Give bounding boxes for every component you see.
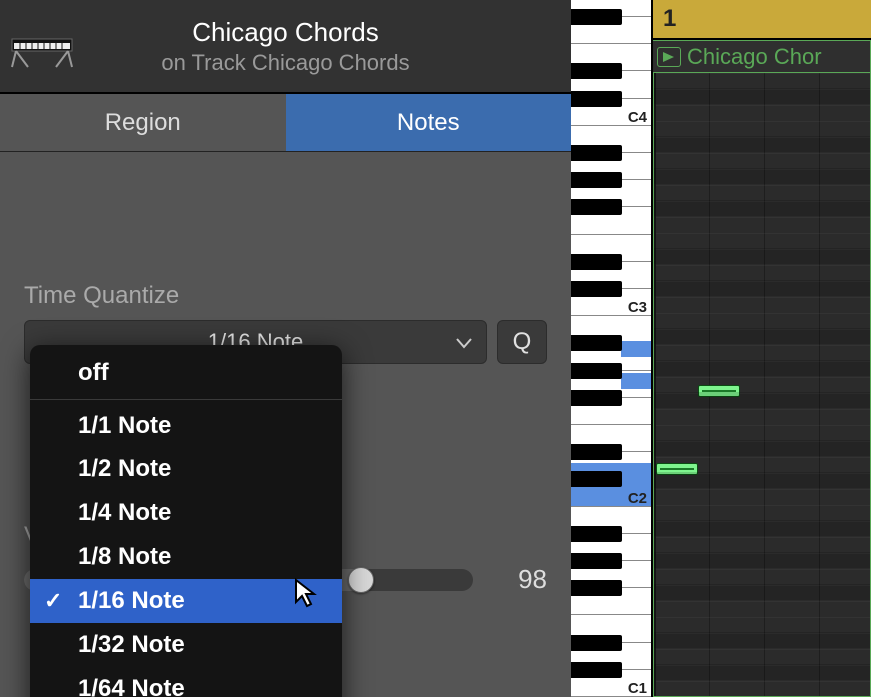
time-quantize-dropdown[interactable]: off 1/1 Note 1/2 Note 1/4 Note 1/8 Note … [30,345,342,697]
highlighted-key[interactable] [621,373,651,389]
quantize-option-label: 1/16 Note [78,587,185,615]
quantize-option-label: 1/64 Note [78,675,185,697]
quantize-option-1-1[interactable]: 1/1 Note [30,399,342,447]
grid-dark-row [654,88,870,104]
highlighted-key[interactable] [621,341,651,357]
quantize-option-1-64[interactable]: 1/64 Note [30,667,342,697]
tab-region[interactable]: Region [0,94,286,151]
quantize-option-label: off [78,359,109,387]
black-key[interactable] [571,281,621,297]
grid-dark-row [654,584,870,600]
quantize-option-1-2[interactable]: 1/2 Note [30,447,342,491]
black-key[interactable] [571,199,621,215]
quantize-option-1-8[interactable]: 1/8 Note [30,535,342,579]
grid-dark-row [654,360,870,376]
chevron-down-icon [456,329,472,355]
black-key[interactable] [571,553,621,569]
black-key[interactable] [571,526,621,542]
black-key[interactable] [571,662,621,678]
quantize-option-label: 1/32 Note [78,631,185,659]
inspector-panel: Chicago Chords on Track Chicago Chords R… [0,0,573,697]
grid-dark-row [654,168,870,184]
region-title: Chicago Chords [82,17,489,48]
grid-dark-row [654,200,870,216]
black-key[interactable] [571,63,621,79]
black-key[interactable] [571,580,621,596]
black-key[interactable] [571,254,621,270]
region-name: Chicago Chor [687,44,822,70]
grid-dark-row [654,472,870,488]
grid-dark-row [654,392,870,408]
grid-dark-row [654,520,870,536]
piano-roll-grid[interactable] [653,73,871,697]
bar-number: 1 [663,5,676,33]
velocity-slider-thumb[interactable] [348,567,374,593]
black-key[interactable] [571,390,621,406]
timeline-ruler[interactable]: 1 [653,0,871,40]
grid-dark-row [654,440,870,456]
black-key[interactable] [571,172,621,188]
check-icon: ✓ [44,588,62,614]
quantize-option-off[interactable]: off [30,351,342,395]
grid-dark-row [654,664,870,680]
quantize-option-1-16[interactable]: ✓ 1/16 Note [30,579,342,623]
quantize-option-1-4[interactable]: 1/4 Note [30,491,342,535]
black-key[interactable] [571,9,621,25]
grid-dark-row [654,136,870,152]
grid-dark-row [654,632,870,648]
black-key[interactable] [571,145,621,161]
tab-notes[interactable]: Notes [286,94,572,151]
quantize-option-label: 1/8 Note [78,543,171,571]
black-key[interactable] [571,635,621,651]
velocity-value: 98 [491,564,547,595]
instrument-icon [8,9,82,83]
black-key[interactable] [571,444,621,460]
region-subtitle: on Track Chicago Chords [82,50,489,76]
quantize-button[interactable]: Q [497,320,547,364]
grid-dark-row [654,248,870,264]
piano-keyboard[interactable]: C1C2C3C4 [573,0,653,697]
inspector-header: Chicago Chords on Track Chicago Chords [0,0,571,94]
time-quantize-label: Time Quantize [24,282,547,310]
inspector-tabs: Region Notes [0,94,571,152]
play-icon [657,47,681,67]
region-name-bar[interactable]: Chicago Chor [653,40,871,73]
black-key[interactable] [571,471,621,487]
grid-dark-row [654,328,870,344]
quantize-option-1-32[interactable]: 1/32 Note [30,623,342,667]
quantize-option-label: 1/4 Note [78,499,171,527]
grid-dark-row [654,280,870,296]
grid-dark-row [654,552,870,568]
black-key[interactable] [571,335,621,351]
black-key[interactable] [571,363,621,379]
black-key[interactable] [571,91,621,107]
quantize-option-label: 1/1 Note [78,412,171,440]
piano-roll-editor: 1 Chicago Chor [653,0,871,697]
quantize-option-label: 1/2 Note [78,455,171,483]
